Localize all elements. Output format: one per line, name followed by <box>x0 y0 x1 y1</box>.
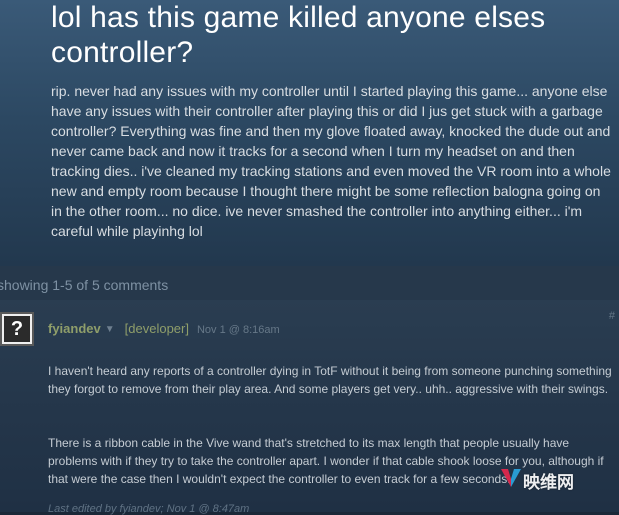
comments-header: showing 1-5 of 5 comments <box>0 266 619 301</box>
comment-edited-note: Last edited by fyiandev; Nov 1 @ 8:47am <box>48 503 250 515</box>
comments-count: showing 1-5 of 5 comments <box>0 277 169 293</box>
question-mark-icon: ? <box>4 316 30 342</box>
topic-body: rip. never had any issues with my contro… <box>51 83 611 239</box>
comment-author-link[interactable]: fyiandev <box>48 321 101 336</box>
comment-paragraph: I haven't heard any reports of a control… <box>48 364 612 396</box>
watermark-text: 映维网 <box>523 473 574 492</box>
avatar[interactable]: ? <box>0 312 34 346</box>
chevron-down-icon[interactable]: ▼ <box>105 324 115 335</box>
topic-title: lol has this game killed anyone elses co… <box>51 1 546 69</box>
comment-header: fyiandev ▼ [developer] Nov 1 @ 8:16am <box>48 320 280 338</box>
developer-badge: [developer] <box>124 321 189 336</box>
watermark: 映维网 <box>499 466 609 492</box>
v-logo-icon <box>501 469 521 487</box>
comment-timestamp: Nov 1 @ 8:16am <box>196 324 280 336</box>
comment-permalink[interactable]: # <box>609 310 615 322</box>
topic-header: lol has this game killed anyone elses co… <box>0 0 619 266</box>
